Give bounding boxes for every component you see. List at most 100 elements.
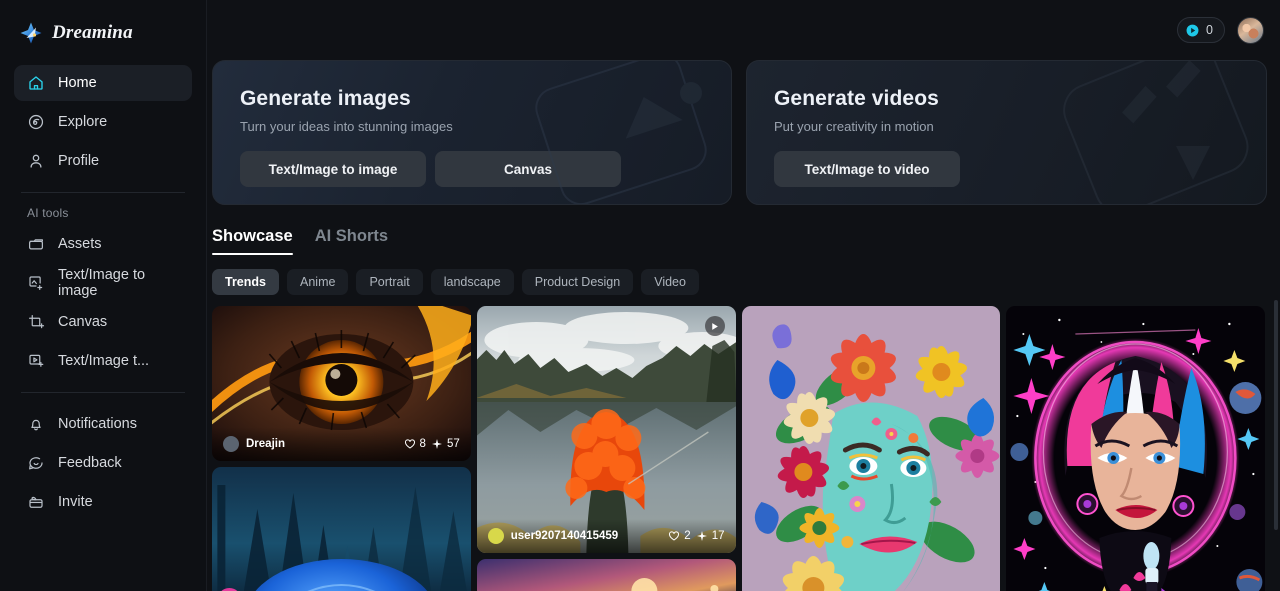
heart-icon: [669, 531, 680, 541]
folder-icon: [27, 235, 45, 253]
star-spark-logo-icon: [19, 21, 43, 45]
sidebar-item-home[interactable]: Home: [14, 65, 192, 101]
card-stats: 8 57: [404, 438, 460, 450]
spark-stat: 17: [696, 530, 725, 542]
avatar[interactable]: [1237, 16, 1264, 44]
hero-title: Generate images: [240, 87, 411, 110]
bell-icon: [27, 415, 45, 433]
gallery-card[interactable]: user9207140415459 2 17: [476, 306, 736, 553]
sidebar-item-label: Canvas: [58, 314, 108, 330]
sidebar-item-label: Assets: [58, 236, 102, 252]
brand[interactable]: Dreamina: [14, 0, 192, 65]
chat-bubble-icon: [27, 454, 45, 472]
gallery-card[interactable]: [212, 467, 471, 591]
sidebar-item-label: Feedback: [58, 455, 122, 471]
gallery-column: [1006, 306, 1265, 591]
compass-icon: [27, 113, 45, 131]
like-stat: 8: [404, 438, 426, 450]
hero-subtitle: Turn your ideas into stunning images: [240, 119, 453, 134]
canvas-frame-icon: [27, 313, 45, 331]
spark-count: 57: [446, 438, 460, 450]
like-count: 8: [419, 438, 426, 450]
hero-title: Generate videos: [774, 87, 939, 110]
sidebar-item-assets[interactable]: Assets: [14, 226, 192, 262]
chip-video[interactable]: Video: [641, 269, 699, 295]
spark-stat: 57: [431, 438, 460, 450]
sidebar-divider-top: [21, 192, 185, 193]
person-icon: [27, 152, 45, 170]
text-image-to-image-button[interactable]: Text/Image to image: [240, 151, 426, 187]
chip-landscape[interactable]: landscape: [430, 269, 514, 295]
gallery-column: Dreajin 8 57: [212, 306, 471, 591]
vertical-scrollbar[interactable]: [1274, 300, 1278, 530]
sidebar-item-feedback[interactable]: Feedback: [14, 445, 192, 481]
gallery-column: user9207140415459 2 17: [476, 306, 736, 591]
content-tabs: Showcase AI Shorts: [207, 205, 1280, 255]
sidebar-item-explore[interactable]: Explore: [14, 104, 192, 140]
showcase-gallery: Dreajin 8 57 user9207140415459 2 17: [207, 295, 1280, 591]
sidebar-item-text-image-to-video[interactable]: Text/Image t...: [14, 343, 192, 379]
sidebar-item-label: Explore: [58, 114, 108, 130]
author-avatar: [487, 528, 504, 544]
card-stats: 2 17: [668, 530, 725, 542]
topbar: 0: [207, 0, 1280, 60]
lake-red-hair-artwork: [476, 306, 736, 553]
canvas-button[interactable]: Canvas: [435, 151, 621, 187]
sidebar-item-profile[interactable]: Profile: [14, 143, 192, 179]
gallery-column: [741, 306, 1001, 591]
gallery-card[interactable]: [741, 306, 1001, 591]
sidebar-item-label: Text/Image t...: [58, 353, 150, 369]
sidebar-item-label: Invite: [58, 494, 93, 510]
chip-portrait[interactable]: Portrait: [356, 269, 423, 295]
hero-card-generate-videos: Generate videos Put your creativity in m…: [746, 60, 1267, 205]
sidebar-item-notifications[interactable]: Notifications: [14, 406, 192, 442]
brand-name: Dreamina: [52, 21, 133, 43]
sidebar-item-label: Profile: [58, 153, 100, 169]
play-button[interactable]: [704, 316, 725, 336]
main-content: 0 Generate images Turn your ideas into s…: [207, 0, 1280, 591]
sunset-bokeh-artwork: [476, 559, 736, 591]
gallery-card[interactable]: [476, 559, 736, 591]
blue-rose-forest-artwork: [212, 467, 471, 591]
sidebar-item-label: Notifications: [58, 416, 137, 432]
credit-coin-icon: [1185, 23, 1200, 38]
sidebar: Dreamina Home Explore Profile AI tools A…: [0, 0, 207, 591]
sidebar-divider-bottom: [21, 392, 185, 393]
chip-trends[interactable]: Trends: [212, 269, 279, 295]
spark-count: 17: [711, 530, 725, 542]
filter-chips: Trends Anime Portrait landscape Product …: [207, 255, 1280, 295]
neon-cosmic-portrait-artwork: [1006, 306, 1265, 591]
card-caption: Dreajin 8 57: [212, 427, 471, 461]
heart-icon: [404, 439, 415, 449]
chip-product-design[interactable]: Product Design: [521, 269, 634, 295]
gallery-card[interactable]: Dreajin 8 57: [212, 306, 471, 461]
like-count: 2: [684, 530, 691, 542]
sparkle-icon: [696, 531, 707, 541]
credits-badge[interactable]: 0: [1177, 17, 1225, 43]
hero-buttons: Text/Image to image Canvas: [240, 151, 731, 187]
sidebar-item-invite[interactable]: Invite: [14, 484, 192, 520]
text-image-to-video-button[interactable]: Text/Image to video: [774, 151, 960, 187]
tab-ai-shorts[interactable]: AI Shorts: [315, 227, 388, 255]
sidebar-item-canvas[interactable]: Canvas: [14, 304, 192, 340]
flower-face-artwork: [741, 306, 1001, 591]
sidebar-item-text-image-to-image[interactable]: Text/Image to image: [14, 265, 192, 301]
chip-anime[interactable]: Anime: [287, 269, 349, 295]
like-stat: 2: [668, 530, 691, 542]
author-avatar: [223, 436, 239, 452]
hero-cards: Generate images Turn your ideas into stu…: [207, 60, 1280, 205]
hero-card-generate-images: Generate images Turn your ideas into stu…: [212, 60, 732, 205]
gallery-card[interactable]: [1006, 306, 1265, 591]
video-generate-icon: [27, 352, 45, 370]
sidebar-item-label: Home: [58, 75, 97, 91]
sidebar-item-label: Text/Image to image: [58, 267, 146, 299]
tab-showcase[interactable]: Showcase: [212, 227, 293, 255]
sidebar-section-ai-tools: AI tools: [27, 206, 69, 220]
sparkle-icon: [431, 439, 442, 449]
card-caption: user9207140415459 2 17: [476, 519, 736, 553]
hero-subtitle: Put your creativity in motion: [774, 119, 934, 134]
home-icon: [27, 74, 45, 92]
play-icon: [712, 322, 718, 330]
image-generate-icon: [27, 274, 45, 292]
app-root: Dreamina Home Explore Profile AI tools A…: [0, 0, 1280, 591]
